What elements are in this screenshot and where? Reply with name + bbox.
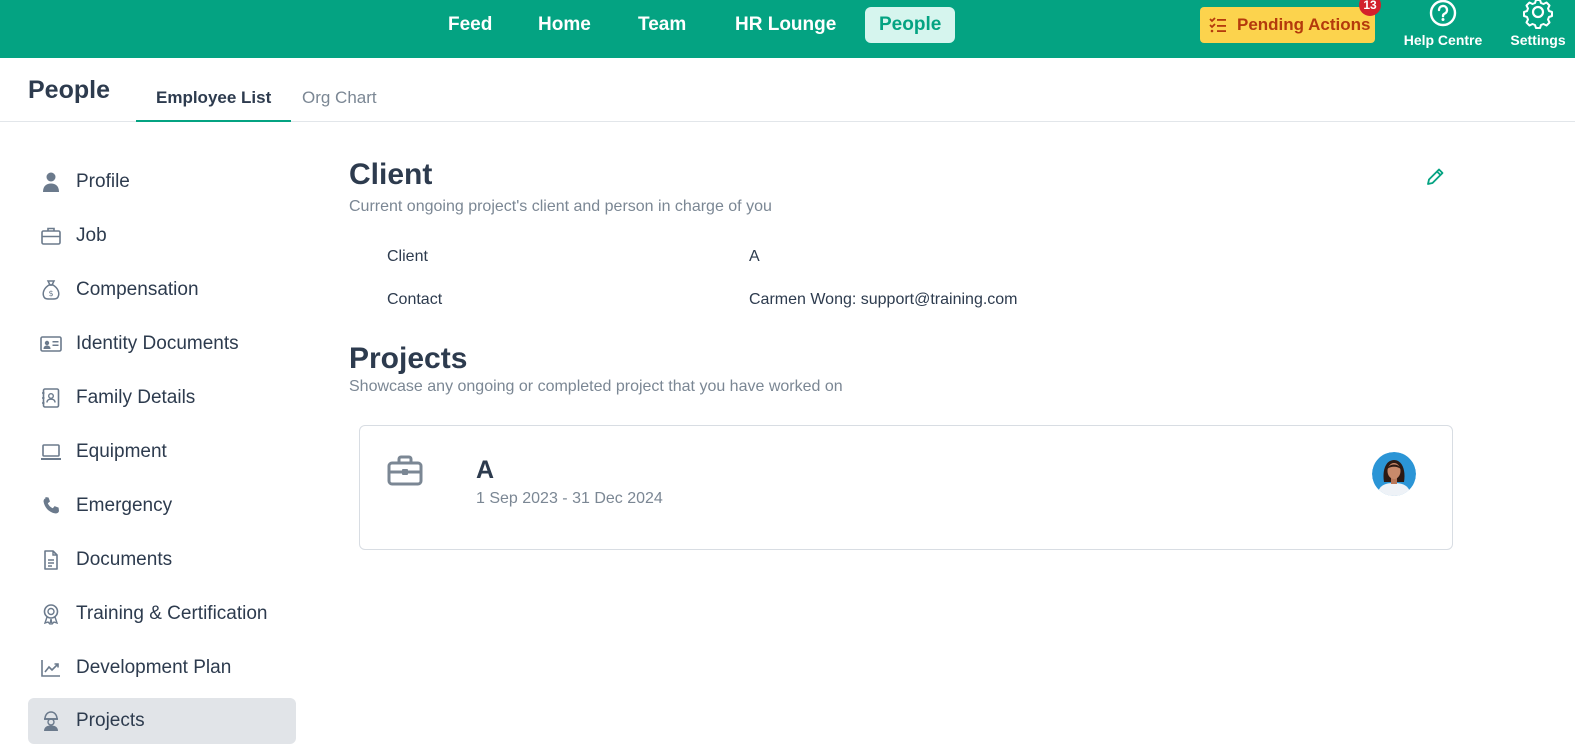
tab-employee-list[interactable]: Employee List bbox=[136, 86, 292, 122]
pending-count-badge: 13 bbox=[1359, 0, 1381, 16]
help-circle-icon bbox=[1429, 0, 1457, 27]
sidebar-item-label: Development Plan bbox=[76, 657, 232, 678]
nav-hr-lounge[interactable]: HR Lounge bbox=[721, 7, 850, 43]
phone-icon bbox=[43, 497, 59, 514]
money-bag-icon: $ bbox=[42, 280, 60, 300]
person-icon bbox=[43, 172, 59, 192]
laptop-icon bbox=[41, 444, 61, 460]
sidebar-item-label: Job bbox=[76, 225, 107, 246]
help-centre-label: Help Centre bbox=[1403, 32, 1483, 48]
edit-pencil-icon[interactable] bbox=[1424, 166, 1446, 188]
project-card[interactable]: A 1 Sep 2023 - 31 Dec 2024 bbox=[359, 425, 1453, 550]
contact-book-icon bbox=[42, 388, 60, 408]
client-key: Client bbox=[387, 248, 428, 265]
tab-org-chart[interactable]: Org Chart bbox=[282, 86, 397, 122]
id-card-icon bbox=[40, 336, 62, 352]
sidebar-item-label: Profile bbox=[76, 171, 130, 192]
sidebar-item-label: Identity Documents bbox=[76, 333, 239, 354]
client-value: A bbox=[749, 248, 760, 265]
briefcase-icon bbox=[41, 227, 61, 245]
settings-label: Settings bbox=[1510, 32, 1566, 48]
main-content: Client Current ongoing project's client … bbox=[349, 158, 1459, 550]
avatar[interactable] bbox=[1372, 452, 1416, 496]
nav-feed[interactable]: Feed bbox=[434, 7, 506, 43]
sidebar-item-compensation[interactable]: $ Compensation bbox=[28, 266, 296, 314]
nav-people[interactable]: People bbox=[865, 7, 956, 43]
worker-icon bbox=[44, 711, 58, 731]
sidebar-item-profile[interactable]: Profile bbox=[28, 158, 296, 206]
project-name: A bbox=[476, 456, 495, 484]
checklist-icon bbox=[1209, 17, 1226, 33]
contact-key: Contact bbox=[387, 291, 443, 308]
sidebar-item-job[interactable]: Job bbox=[28, 212, 296, 260]
gear-icon bbox=[1523, 0, 1553, 29]
contact-value: Carmen Wong: support@training.com bbox=[749, 291, 1018, 308]
client-section-title: Client bbox=[349, 158, 433, 191]
sidebar-item-label: Training & Certification bbox=[76, 603, 268, 624]
trend-chart-icon bbox=[41, 660, 60, 677]
page-header: People Employee List Org Chart bbox=[0, 58, 1575, 122]
help-centre-button[interactable]: Help Centre bbox=[1402, 0, 1484, 58]
sidebar-item-identity-documents[interactable]: Identity Documents bbox=[28, 320, 296, 368]
nav-home[interactable]: Home bbox=[524, 7, 605, 43]
profile-sidebar: Profile Job $ Compensation Identity Docu… bbox=[28, 158, 296, 750]
document-icon bbox=[44, 550, 58, 570]
sidebar-item-label: Documents bbox=[76, 549, 173, 570]
projects-section-subtitle: Showcase any ongoing or completed projec… bbox=[349, 378, 843, 395]
pending-actions-button[interactable]: Pending Actions bbox=[1200, 7, 1375, 43]
sidebar-item-development-plan[interactable]: Development Plan bbox=[28, 644, 296, 692]
sidebar-item-projects[interactable]: Projects bbox=[28, 698, 296, 744]
sidebar-item-label: Compensation bbox=[76, 279, 199, 300]
sidebar-item-label: Projects bbox=[76, 710, 145, 731]
svg-text:$: $ bbox=[48, 289, 53, 298]
sidebar-item-emergency[interactable]: Emergency bbox=[28, 482, 296, 530]
sidebar-item-label: Family Details bbox=[76, 387, 196, 408]
sidebar-item-label: Equipment bbox=[76, 441, 167, 462]
client-section-subtitle: Current ongoing project's client and per… bbox=[349, 198, 772, 215]
pending-actions-label: Pending Actions bbox=[1237, 15, 1371, 34]
page-title: People bbox=[28, 76, 110, 104]
sidebar-item-training-certification[interactable]: Training & Certification bbox=[28, 590, 296, 638]
sidebar-item-equipment[interactable]: Equipment bbox=[28, 428, 296, 476]
award-icon bbox=[43, 604, 59, 625]
project-dates: 1 Sep 2023 - 31 Dec 2024 bbox=[476, 490, 663, 507]
sidebar-item-documents[interactable]: Documents bbox=[28, 536, 296, 584]
sidebar-item-family-details[interactable]: Family Details bbox=[28, 374, 296, 422]
projects-section-title: Projects bbox=[349, 342, 468, 375]
sidebar-item-label: Emergency bbox=[76, 495, 173, 516]
nav-team[interactable]: Team bbox=[624, 7, 700, 43]
settings-button[interactable]: Settings bbox=[1507, 0, 1569, 58]
briefcase-icon bbox=[387, 455, 423, 486]
top-nav-bar: Feed Home Team HR Lounge People Pending … bbox=[0, 0, 1575, 58]
